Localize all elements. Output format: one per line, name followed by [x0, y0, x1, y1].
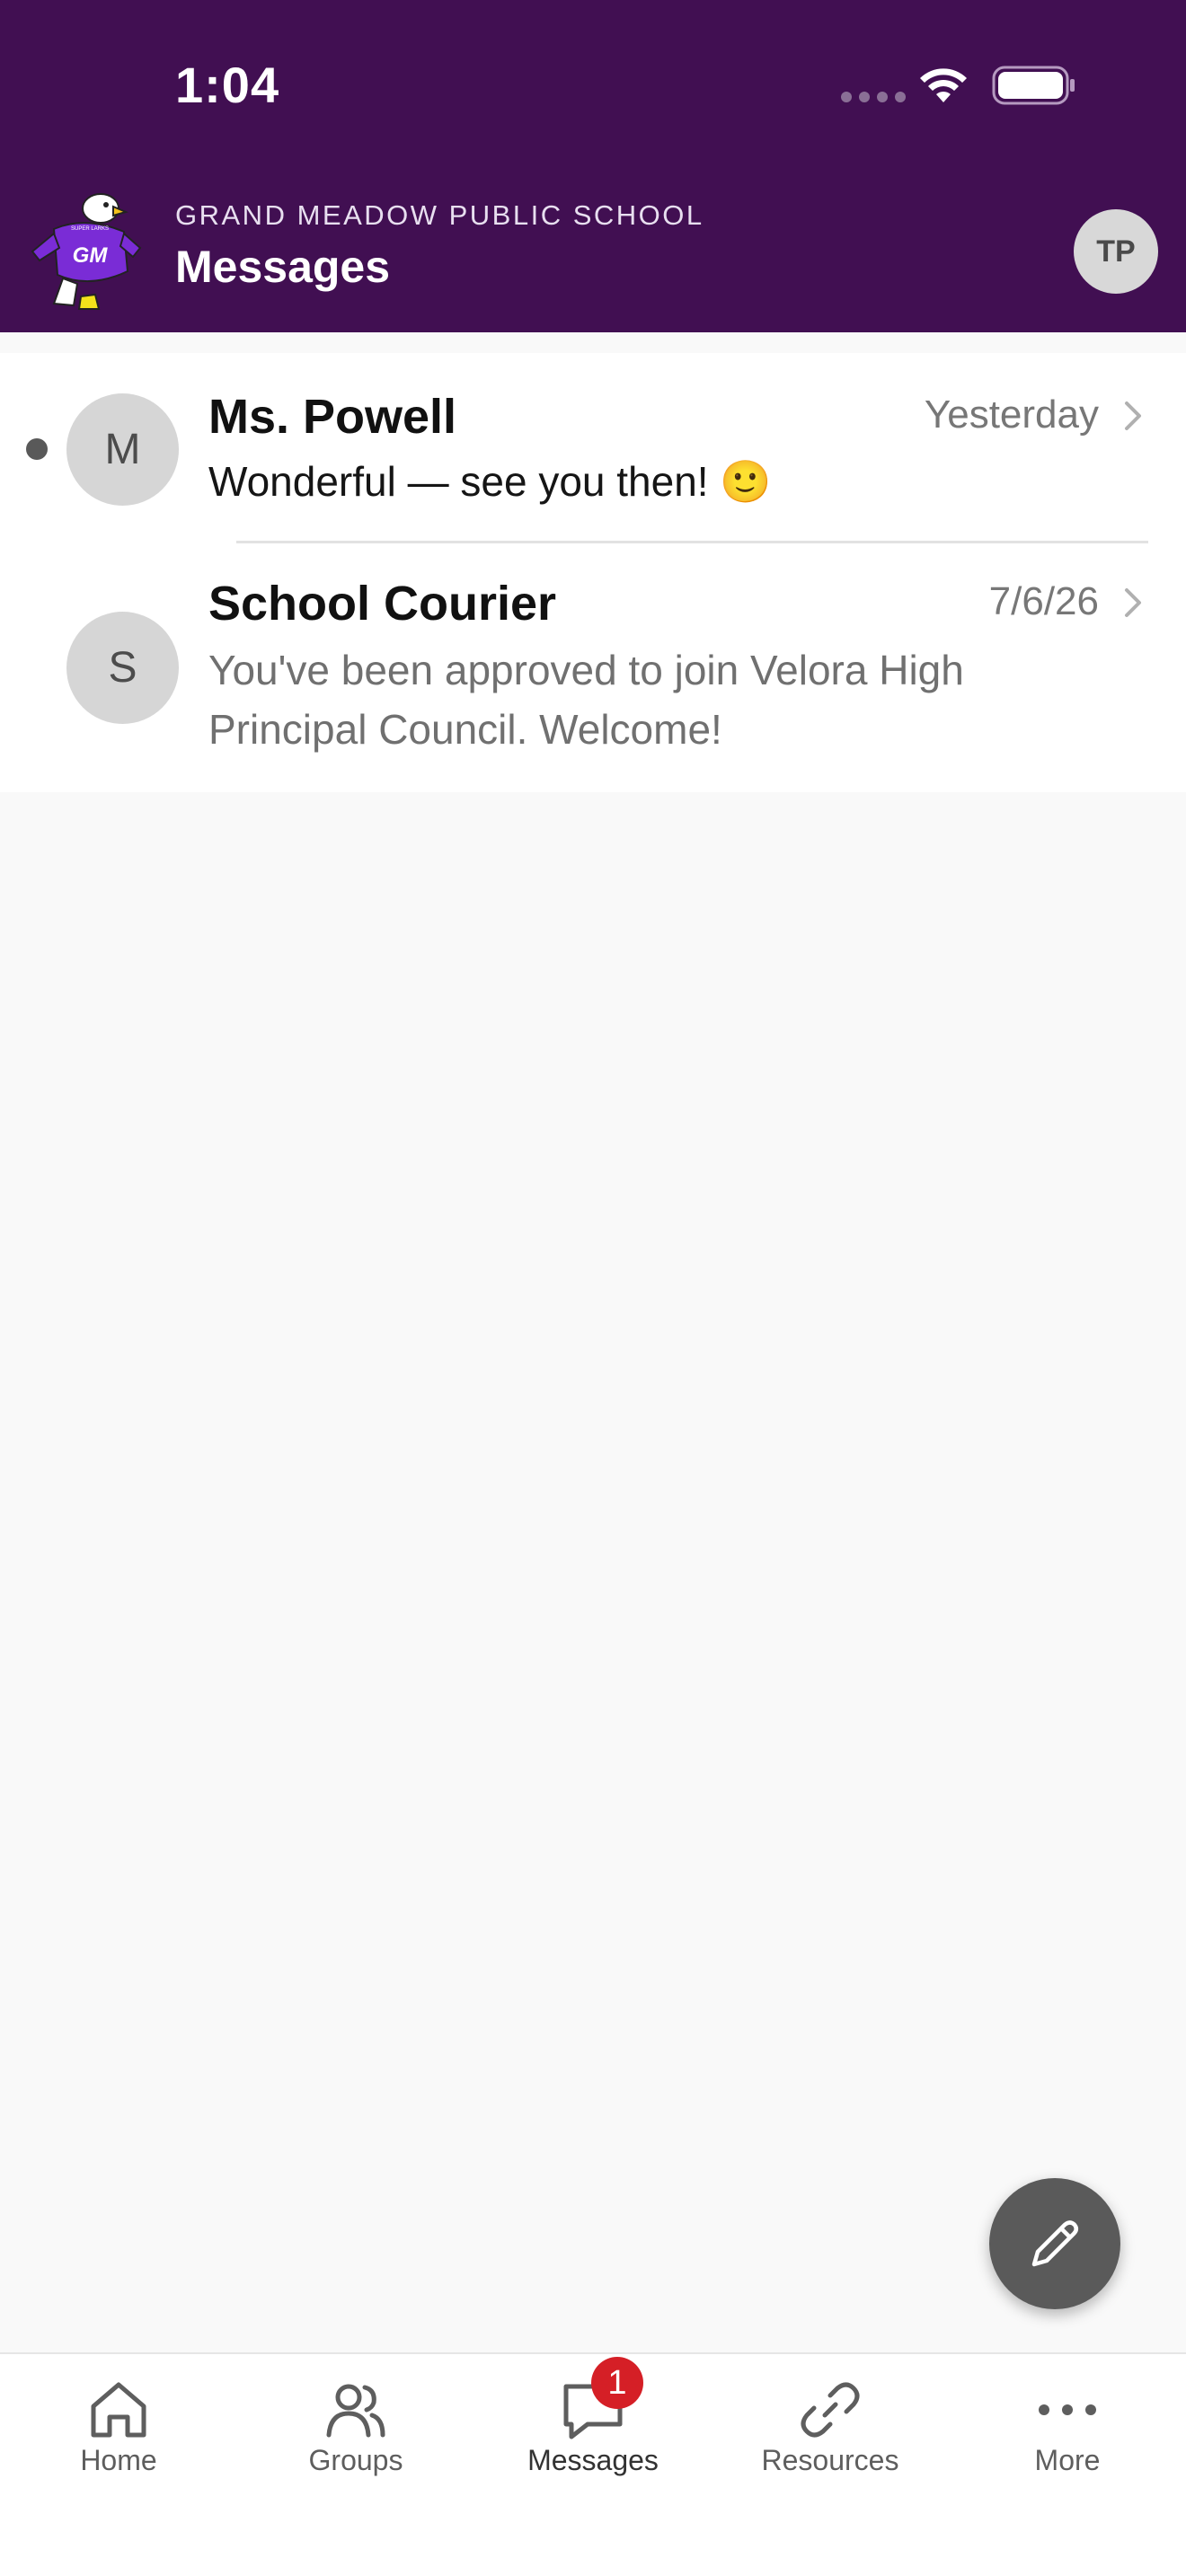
message-preview: Wonderful — see you then! 🙂 [208, 458, 772, 505]
page-title: Messages [175, 242, 391, 292]
message-list: M Ms. Powell Yesterday Wonderful — see y… [0, 353, 1186, 792]
tab-groups[interactable]: Groups [237, 2354, 474, 2489]
chevron-right-icon [1125, 401, 1141, 430]
messages-screen: 1:04 SUPER LARKS GM GRAND MEADOW PUBLIC … [0, 0, 1186, 2576]
message-preview: You've been approved to join Velora High… [208, 647, 964, 753]
tab-label: More [1034, 2444, 1101, 2476]
message-row[interactable]: M Ms. Powell Yesterday Wonderful — see y… [0, 353, 1186, 543]
status-time: 1:04 [175, 57, 280, 113]
message-date: 7/6/26 [988, 579, 1099, 623]
tab-label: Groups [308, 2444, 403, 2476]
more-dots-icon [1039, 2404, 1096, 2415]
message-date: Yesterday [924, 393, 1099, 437]
sender-name: Ms. Powell [208, 390, 457, 444]
tab-label: Resources [761, 2444, 899, 2476]
school-name: GRAND MEADOW PUBLIC SCHOOL [175, 199, 704, 231]
tab-more[interactable]: More [949, 2354, 1186, 2489]
messages-unread-badge: 1 [591, 2357, 643, 2409]
message-row[interactable]: S School Courier 7/6/26 You've been appr… [0, 543, 1186, 792]
link-icon [801, 2382, 860, 2438]
sender-avatar: M [66, 393, 179, 506]
app-header: 1:04 SUPER LARKS GM GRAND MEADOW PUBLIC … [0, 0, 1186, 332]
battery-icon [992, 66, 1075, 105]
tab-resources[interactable]: Resources [712, 2354, 949, 2489]
pencil-icon [1031, 2220, 1078, 2267]
cellular-signal-icon [841, 92, 906, 102]
unread-indicator [26, 438, 48, 460]
sender-name: School Courier [208, 577, 557, 631]
tab-home[interactable]: Home [0, 2354, 237, 2489]
sender-avatar: S [66, 612, 179, 724]
tab-label: Home [80, 2444, 157, 2476]
logo-banner: SUPER LARKS [71, 226, 109, 232]
logo-monogram: GM [73, 243, 109, 268]
groups-icon [326, 2384, 385, 2438]
school-mascot-logo: SUPER LARKS GM [31, 193, 142, 310]
tab-label: Messages [527, 2444, 659, 2476]
home-icon [91, 2382, 146, 2438]
chevron-right-icon [1125, 588, 1141, 617]
compose-message-button[interactable] [989, 2178, 1120, 2309]
profile-avatar-button[interactable]: TP [1074, 209, 1158, 294]
wifi-icon [920, 68, 967, 102]
